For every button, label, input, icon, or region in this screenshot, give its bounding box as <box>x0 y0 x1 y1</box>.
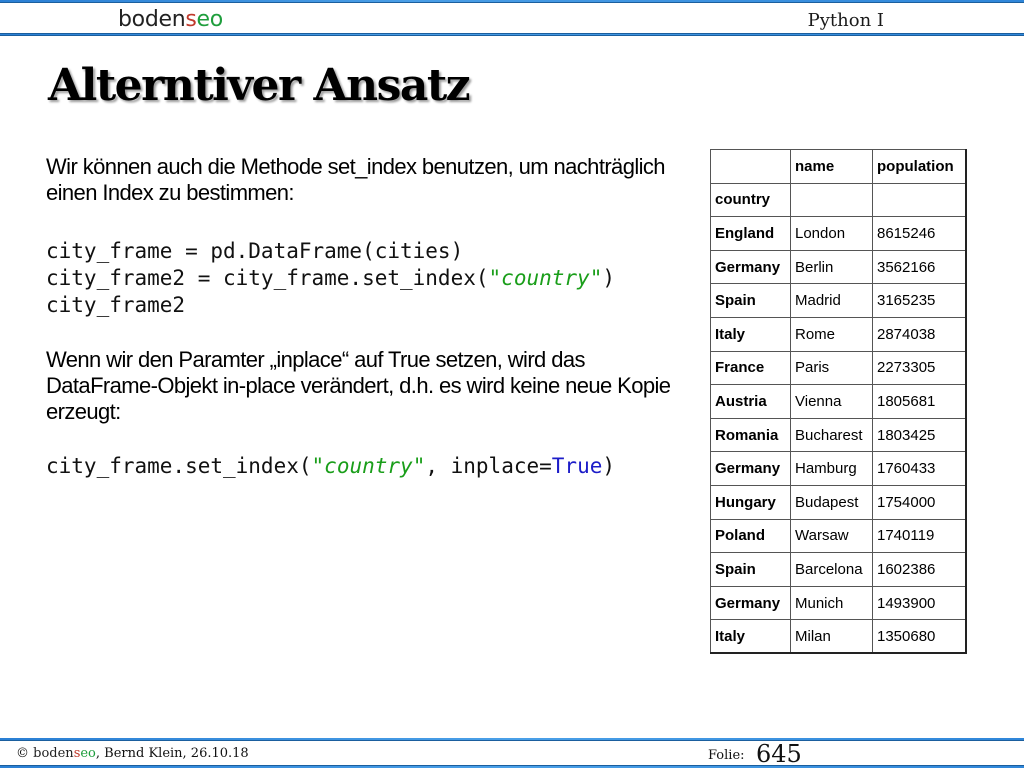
slide-number: 645 <box>756 740 802 768</box>
footer-credits: © bodenseo, Bernd Klein, 26.10.18 <box>16 746 249 761</box>
footer-brand-a: boden <box>33 746 74 761</box>
table-cell-name: Budapest <box>790 484 873 520</box>
code-line-2-string: country <box>501 266 590 290</box>
table-header-blank <box>710 149 791 184</box>
table-cell-name: Hamburg <box>790 451 873 486</box>
code-line-1: city_frame = pd.DataFrame(cities) <box>46 239 464 263</box>
table-cell-population: 1803425 <box>872 417 966 453</box>
table-cell-name: Vienna <box>790 384 873 419</box>
table-row: Spain Barcelona 1602386 <box>710 552 966 587</box>
table-header-row: name population <box>710 149 966 184</box>
paragraph-intro: Wir können auch die Methode set_index be… <box>46 154 666 205</box>
code-block-2: city_frame.set_index("country", inplace=… <box>46 453 686 480</box>
logo-part-a: boden <box>118 7 186 32</box>
table-row: Germany Berlin 3562166 <box>710 249 966 285</box>
table-cell-country: France <box>710 350 791 386</box>
table-cell-name: Berlin <box>790 249 873 285</box>
dataframe-table: name population country England London 861… <box>710 149 967 655</box>
table-cell-population: 1602386 <box>872 552 966 587</box>
paragraph-inplace: Wenn wir den Paramter „inplace“ auf True… <box>46 347 671 424</box>
table-row: Spain Madrid 3165235 <box>710 283 966 318</box>
table-cell-country: Poland <box>710 518 791 554</box>
table-cell-population: 2273305 <box>872 350 966 386</box>
table-cell-population: 2874038 <box>872 316 966 352</box>
table-cell-country: Germany <box>710 451 791 486</box>
footer-brand-c: eo <box>80 746 96 761</box>
table-row: Italy Milan 1350680 <box>710 619 966 654</box>
table-row: Poland Warsaw 1740119 <box>710 518 966 554</box>
table-row: Austria Vienna 1805681 <box>710 384 966 419</box>
table-body: England London 8615246 Germany Berlin 3562166… <box>710 216 966 654</box>
table-cell-country: Austria <box>710 384 791 419</box>
bodenseo-logo: bodenseo <box>118 7 223 32</box>
footer-bar: © bodenseo, Bernd Klein, 26.10.18 Folie:… <box>0 738 1024 768</box>
code2-mid: , inplace= <box>425 454 552 478</box>
table-row: Germany Munich 1493900 <box>710 585 966 621</box>
table-cell-population: 1754000 <box>872 484 966 520</box>
table-cell-population: 8615246 <box>872 216 966 251</box>
table-cell-population: 1740119 <box>872 518 966 554</box>
logo-part-b: s <box>185 7 197 32</box>
table-cell-population: 1493900 <box>872 585 966 621</box>
table-cell-name: Paris <box>790 350 873 386</box>
table-cell-country: Italy <box>710 619 791 654</box>
table-cell-population: 3562166 <box>872 249 966 285</box>
copyright-symbol: © <box>16 746 29 761</box>
table-cell-country: Spain <box>710 552 791 587</box>
slide-title: Alterntiver Ansatz <box>48 60 471 111</box>
table-row: Italy Rome 2874038 <box>710 316 966 352</box>
table-index-row: country <box>710 182 966 218</box>
code-line-2-pre: city_frame2 = city_frame.set_index( <box>46 266 489 290</box>
code-line-2-quote-close: " <box>589 266 603 290</box>
table-index-name: country <box>710 182 791 218</box>
table-cell-population: 1805681 <box>872 384 966 419</box>
code-block-1: city_frame = pd.DataFrame(cities) city_fr… <box>46 238 686 319</box>
table-cell-population: 3165235 <box>872 283 966 318</box>
table-cell-name: Rome <box>790 316 873 352</box>
code-line-3: city_frame2 <box>46 293 186 317</box>
code2-post: ) <box>602 454 616 478</box>
table-header-name: name <box>790 149 873 184</box>
table-cell-name: Milan <box>790 619 873 654</box>
course-title: Python I <box>807 10 884 31</box>
code-line-2-post: ) <box>602 266 615 290</box>
table-cell-country: Hungary <box>710 484 791 520</box>
logo-part-c: eo <box>196 7 224 32</box>
table-cell-country: Italy <box>710 316 791 352</box>
table-row: France Paris 2273305 <box>710 350 966 386</box>
table-header-population: population <box>872 149 966 184</box>
table-cell-country: Germany <box>710 249 791 285</box>
slide-content: Wir können auch die Methode set_index be… <box>46 154 686 480</box>
table-cell-name: Madrid <box>790 283 873 318</box>
code-line-2: city_frame2 = city_frame.set_index("coun… <box>46 265 686 292</box>
code2-string: "country" <box>311 454 426 478</box>
footer-author-date: , Bernd Klein, 26.10.18 <box>95 746 249 761</box>
table-cell-country: England <box>710 216 791 251</box>
code2-keyword: True <box>551 454 603 478</box>
table-row: Germany Hamburg 1760433 <box>710 451 966 486</box>
table-row: Hungary Budapest 1754000 <box>710 484 966 520</box>
slide-label: Folie: <box>708 748 745 763</box>
table-cell-country: Spain <box>710 283 791 318</box>
table-row: Romania Bucharest 1803425 <box>710 417 966 453</box>
table-cell-name: Munich <box>790 585 873 621</box>
table-cell-population: 1760433 <box>872 451 966 486</box>
table-cell-country: Romania <box>710 417 791 453</box>
table-cell-country: Germany <box>710 585 791 621</box>
footer-strip: © bodenseo, Bernd Klein, 26.10.18 Folie:… <box>0 740 1024 768</box>
table-cell-name: Bucharest <box>790 417 873 453</box>
code-line-2-quote-open: " <box>488 266 502 290</box>
table-row: England London 8615246 <box>710 216 966 251</box>
table-cell-population: 1350680 <box>872 619 966 654</box>
table-cell-name: London <box>790 216 873 251</box>
header-bar: bodenseo Python I <box>0 0 1024 36</box>
code2-pre: city_frame.set_index( <box>46 454 312 478</box>
header-strip: bodenseo Python I <box>0 2 1024 34</box>
table-cell-name: Barcelona <box>790 552 873 587</box>
table-cell-name: Warsaw <box>790 518 873 554</box>
